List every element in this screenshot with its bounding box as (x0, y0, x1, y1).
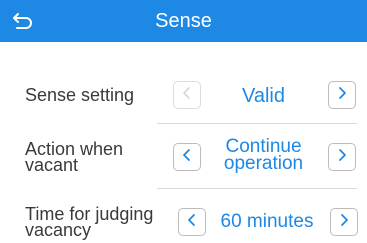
setting-label: Action when vacant (25, 139, 124, 175)
setting-row-sense: Sense setting Valid (0, 75, 367, 115)
prev-button[interactable] (173, 143, 201, 171)
chevron-left-icon (182, 86, 192, 105)
next-button[interactable] (328, 81, 356, 109)
prev-button[interactable] (173, 81, 201, 109)
divider (157, 123, 357, 124)
prev-button[interactable] (178, 208, 206, 236)
page-title: Sense (155, 10, 212, 32)
setting-value: Continue operation (223, 136, 304, 174)
chevron-left-icon (187, 213, 197, 232)
title-bar: Sense (0, 0, 367, 42)
setting-row-judging-time: Time for judging vacancy 60 minutes (0, 200, 367, 243)
chevron-left-icon (182, 148, 192, 167)
next-button[interactable] (330, 208, 358, 236)
chevron-right-icon (337, 148, 347, 167)
next-button[interactable] (328, 143, 356, 171)
setting-value: 60 minutes (220, 211, 314, 232)
chevron-right-icon (339, 213, 349, 232)
setting-row-action-when-vacant: Action when vacant Continue operation (0, 135, 367, 180)
chevron-right-icon (337, 86, 347, 105)
divider (157, 188, 357, 189)
setting-label: Sense setting (25, 85, 135, 105)
setting-label: Time for judging vacancy (25, 204, 154, 240)
setting-value: Valid (242, 85, 285, 107)
